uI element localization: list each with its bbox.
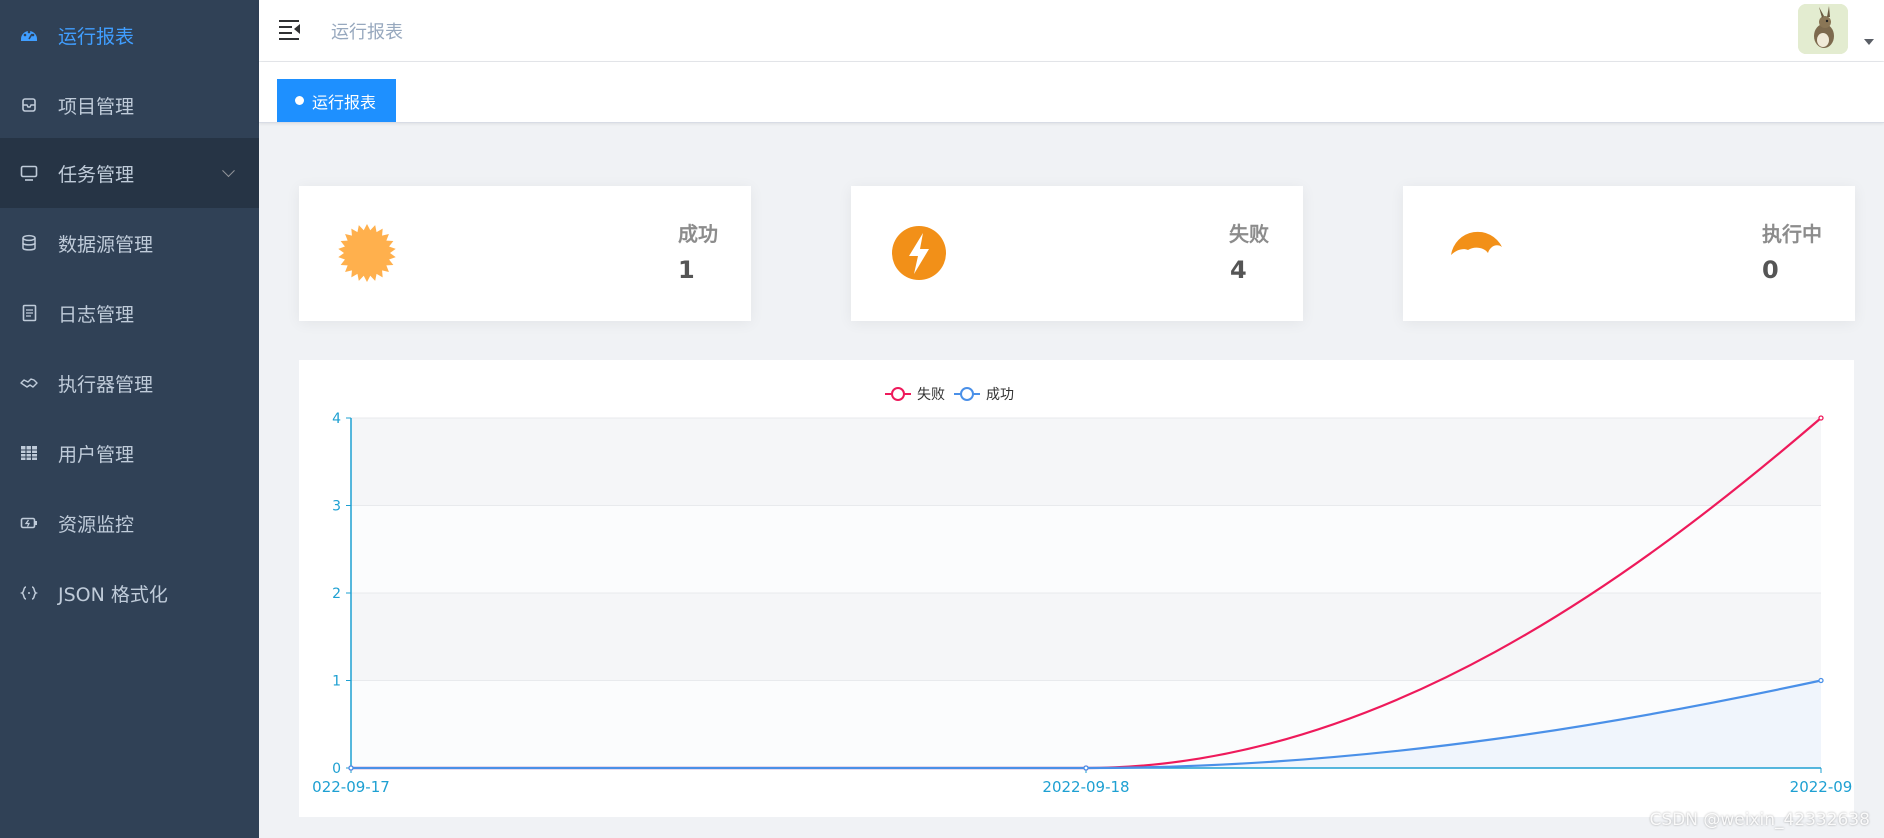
grid-band: [351, 505, 1821, 593]
y-tick-label: 4: [332, 411, 341, 427]
sidebar: 运行报表 项目管理 任务管理 数据源管理 日志管理 执行器管理 用户管理 资源监…: [0, 0, 259, 838]
rabbit-avatar[interactable]: [1798, 4, 1848, 54]
sidebar-item-run-report[interactable]: 运行报表: [0, 0, 259, 70]
stat-card-success: 成功 1: [299, 186, 751, 321]
hamburger-fold-icon[interactable]: [279, 19, 301, 40]
document-icon: [20, 304, 38, 322]
handshake-icon: [20, 374, 38, 392]
sun-icon: [338, 224, 396, 282]
sidebar-item-datasource-management[interactable]: 数据源管理: [0, 208, 259, 278]
sidebar-item-label: 运行报表: [58, 25, 135, 48]
top-navbar: 运行报表: [259, 0, 1884, 61]
x-tick-label: 022-09-17: [312, 778, 390, 796]
inbox-icon: [20, 96, 38, 114]
sidebar-item-label: 资源监控: [58, 513, 135, 536]
watermark: CSDN @weixin_42332638: [1649, 810, 1870, 830]
dashboard-icon: [20, 26, 38, 44]
card-value: 0: [1762, 256, 1779, 284]
sidebar-item-label: 用户管理: [58, 443, 135, 466]
database-icon: [20, 234, 38, 252]
data-point: [1083, 765, 1089, 771]
half-circle-icon: [1451, 231, 1502, 255]
card-title: 失败: [1229, 222, 1269, 246]
sidebar-item-label: 任务管理: [58, 163, 135, 186]
tags-view: 运行报表: [259, 62, 1884, 123]
sidebar-item-label: 日志管理: [58, 303, 135, 326]
caret-down-icon[interactable]: [1864, 39, 1874, 45]
sidebar-item-executor-management[interactable]: 执行器管理: [0, 348, 259, 418]
sidebar-item-log-management[interactable]: 日志管理: [0, 278, 259, 348]
sidebar-item-label: 执行器管理: [58, 373, 154, 396]
card-title: 执行中: [1762, 222, 1822, 246]
x-tick-label: 2022-09-18: [1042, 778, 1129, 796]
monitor-icon: [20, 164, 38, 182]
grid-band: [351, 593, 1821, 681]
legend-label: 成功: [986, 387, 1014, 403]
sidebar-item-resource-monitor[interactable]: 资源监控: [0, 488, 259, 558]
x-tick-label: 2022-09: [1790, 778, 1853, 796]
legend-label: 失败: [917, 387, 945, 403]
line-chart: 0 1 2 3 4 022-09-17 2022-09-18 2022-09 失败 成功: [312, 387, 1853, 796]
y-tick-label: 3: [332, 499, 341, 515]
legend-marker: [960, 387, 974, 401]
y-tick-label: 0: [332, 761, 341, 777]
y-tick-label: 1: [332, 674, 341, 690]
breadcrumb: 运行报表: [331, 22, 403, 43]
grid-band: [351, 418, 1821, 506]
sidebar-item-label: JSON 格式化: [58, 583, 168, 606]
legend-marker: [891, 387, 905, 401]
sidebar-item-json-format[interactable]: JSON 格式化: [0, 558, 259, 628]
sidebar-item-label: 项目管理: [58, 95, 135, 118]
card-title: 成功: [678, 222, 718, 246]
sidebar-item-project-management[interactable]: 项目管理: [0, 70, 259, 140]
lightning-icon: [892, 226, 946, 280]
run-report-chart: 0 1 2 3 4 022-09-17 2022-09-18 2022-09 失败 成功: [299, 360, 1854, 817]
tag-run-report[interactable]: 运行报表: [277, 79, 397, 122]
chevron-down-icon: [222, 164, 235, 178]
y-tick-label: 2: [332, 586, 341, 602]
active-dot-icon: [295, 96, 304, 105]
card-value: 4: [1230, 256, 1247, 284]
stat-card-failure: 失败 4: [851, 186, 1303, 321]
table-icon: [20, 444, 38, 462]
data-point: [1818, 677, 1824, 684]
tag-label: 运行报表: [312, 92, 377, 112]
battery-icon: [20, 514, 38, 532]
braces-icon: [20, 584, 38, 602]
card-value: 1: [678, 256, 695, 284]
stat-card-running: 执行中 0: [1403, 186, 1855, 321]
sidebar-item-task-management[interactable]: 任务管理: [0, 138, 259, 208]
sidebar-item-label: 数据源管理: [58, 233, 154, 256]
sidebar-item-user-management[interactable]: 用户管理: [0, 418, 259, 488]
data-point: [1818, 415, 1824, 421]
data-point: [348, 765, 354, 771]
